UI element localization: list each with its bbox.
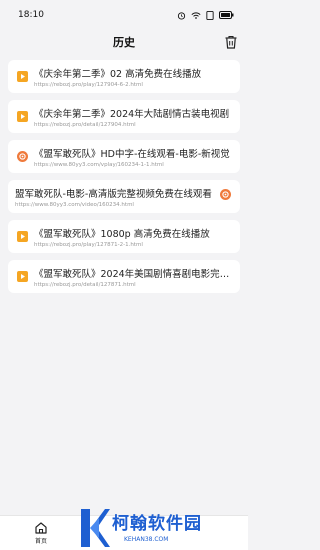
round-logo-icon — [17, 151, 28, 162]
history-item-title: 《盟军敢死队》1080p 高清免费在线播放 — [34, 229, 210, 240]
alarm-icon — [177, 11, 186, 20]
history-item-url: https://rebozj.pro/play/127871-2-1.html — [34, 242, 143, 248]
sim-icon — [206, 10, 214, 20]
history-item[interactable]: 《庆余年第二季》2024年大陆剧情古装电视剧 https://rebozj.pr… — [8, 100, 240, 133]
watermark: 柯翰软件园 KEHAN38.COM — [78, 506, 248, 550]
status-icons — [177, 10, 234, 20]
battery-icon — [219, 11, 234, 19]
watermark-name: 柯翰软件园 — [112, 514, 202, 534]
history-item[interactable]: 盟军敢死队-电影-高清版完整视频免费在线观看 https://www.80yy3… — [8, 180, 240, 213]
history-item[interactable]: 《盟军敢死队》HD中字-在线观看-电影-新视觉 https://www.80yy… — [8, 140, 240, 173]
status-bar: 18:10 — [0, 0, 248, 30]
history-item[interactable]: 《盟军敢死队》2024年美国剧情喜剧电影完整版 https://rebozj.p… — [8, 260, 240, 293]
status-time: 18:10 — [18, 10, 44, 20]
history-item-title: 《盟军敢死队》2024年美国剧情喜剧电影完整版 — [34, 269, 234, 280]
wifi-icon — [191, 11, 201, 19]
history-item[interactable]: 《庆余年第二季》02 高清免费在线播放 https://rebozj.pro/p… — [8, 60, 240, 93]
history-item-url: https://rebozj.pro/detail/127871.html — [34, 282, 136, 288]
tab-home-label: 首页 — [34, 538, 47, 545]
history-item-title: 《庆余年第二季》2024年大陆剧情古装电视剧 — [34, 109, 230, 120]
history-item-title: 《庆余年第二季》02 高清免费在线播放 — [34, 69, 202, 80]
history-item-url: https://rebozj.pro/play/127904-6-2.html — [34, 82, 143, 88]
tab-home[interactable]: 首页 — [28, 521, 54, 545]
trash-icon[interactable] — [223, 34, 239, 50]
history-item-url: https://www.80yy3.com/vplay/160234-1-1.h… — [34, 162, 164, 168]
kehan-logo-icon — [81, 509, 110, 547]
round-logo-icon — [220, 189, 231, 200]
history-item-title: 《盟军敢死队》HD中字-在线观看-电影-新视觉 — [34, 149, 230, 160]
watermark-site: KEHAN38.COM — [124, 536, 169, 543]
history-item-url: https://www.80yy3.com/video/160234.html — [15, 202, 134, 208]
history-item-url: https://rebozj.pro/detail/127904.html — [34, 122, 136, 128]
play-square-icon — [17, 111, 28, 122]
page-title: 历史 — [113, 36, 135, 49]
play-square-icon — [17, 71, 28, 82]
history-item-title: 盟军敢死队-电影-高清版完整视频免费在线观看 — [15, 189, 212, 200]
play-square-icon — [17, 271, 28, 282]
play-square-icon — [17, 231, 28, 242]
page-header: 历史 — [0, 30, 248, 54]
history-item[interactable]: 《盟军敢死队》1080p 高清免费在线播放 https://rebozj.pro… — [8, 220, 240, 253]
history-list: 《庆余年第二季》02 高清免费在线播放 https://rebozj.pro/p… — [8, 60, 240, 300]
home-icon — [35, 522, 47, 534]
